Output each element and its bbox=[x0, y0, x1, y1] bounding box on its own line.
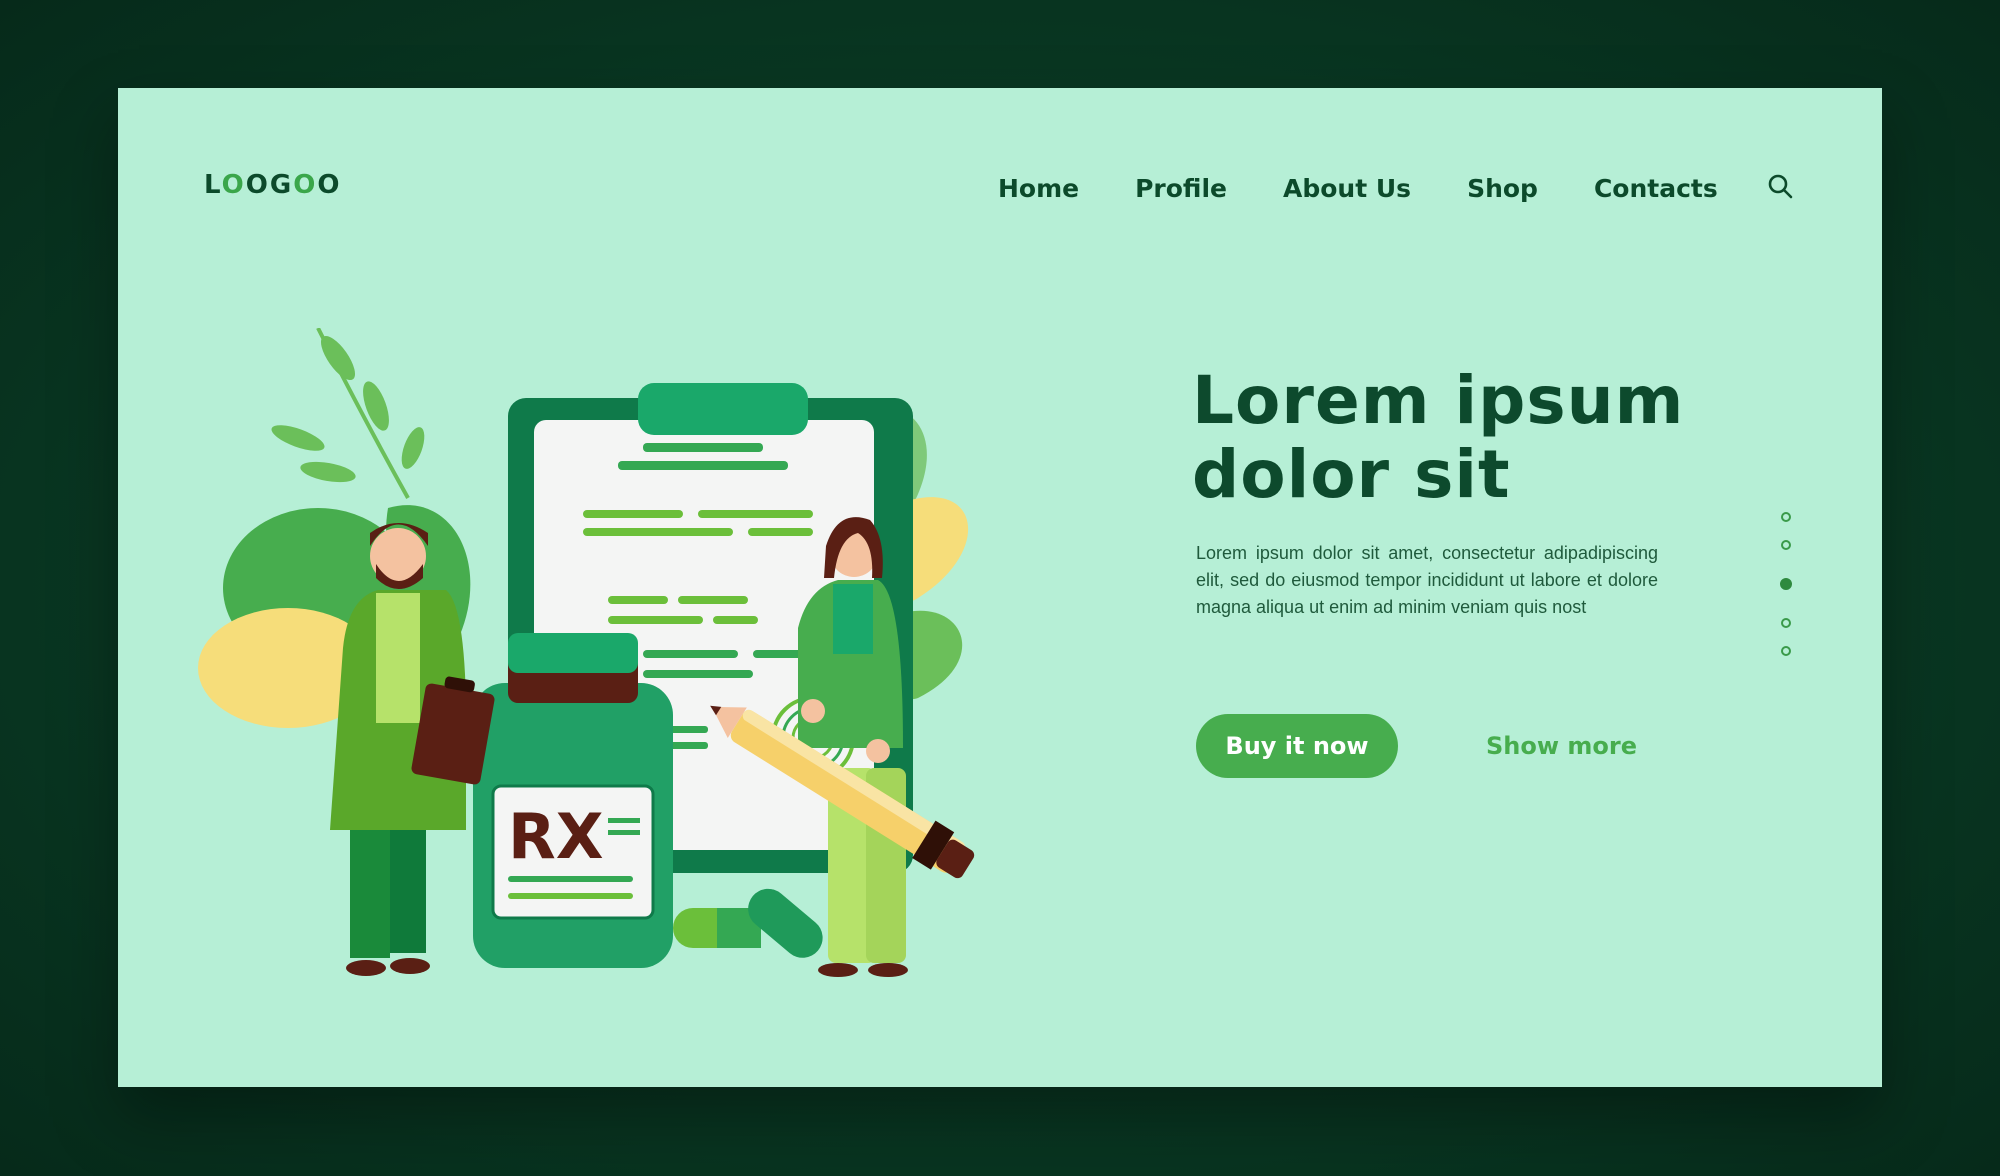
prescription-illustration: RX bbox=[198, 328, 975, 977]
pagination-dot[interactable] bbox=[1781, 540, 1791, 550]
page-background: LOOGOO Home Profile About Us Shop Contac… bbox=[0, 0, 2000, 1176]
pagination-dot[interactable] bbox=[1781, 512, 1791, 522]
landing-card: LOOGOO Home Profile About Us Shop Contac… bbox=[118, 88, 1882, 1087]
bottle-label: RX bbox=[508, 800, 604, 873]
pills bbox=[673, 888, 823, 958]
nav-contacts[interactable]: Contacts bbox=[1594, 174, 1718, 203]
logo-letter: O bbox=[245, 170, 270, 200]
pagination-dot[interactable] bbox=[1781, 618, 1791, 628]
hero-description: Lorem ipsum dolor sit amet, consectetur … bbox=[1196, 543, 1658, 617]
pagination-dot[interactable] bbox=[1780, 578, 1792, 590]
logo-letter: O bbox=[221, 170, 246, 200]
logo-letter: O bbox=[317, 170, 342, 200]
hero-title: Lorem ipsum dolor sit bbox=[1192, 362, 1685, 513]
nav-about-us[interactable]: About Us bbox=[1283, 174, 1411, 203]
logo-letter: O bbox=[293, 170, 318, 200]
show-more-link[interactable]: Show more bbox=[1486, 714, 1637, 778]
nav-profile[interactable]: Profile bbox=[1135, 174, 1227, 203]
logo-letter: G bbox=[269, 170, 294, 200]
pagination-dot[interactable] bbox=[1781, 646, 1791, 656]
pagination-dots bbox=[1780, 512, 1797, 672]
main-nav: Home Profile About Us Shop Contacts bbox=[998, 168, 1718, 208]
search-icon[interactable] bbox=[1766, 172, 1796, 202]
logo-letter: L bbox=[204, 170, 222, 200]
nav-home[interactable]: Home bbox=[998, 174, 1079, 203]
buy-it-now-button[interactable]: Buy it now bbox=[1196, 714, 1398, 778]
logo[interactable]: LOOGOO bbox=[204, 170, 341, 200]
nav-shop[interactable]: Shop bbox=[1467, 174, 1538, 203]
medicine-bottle: RX bbox=[473, 633, 673, 968]
